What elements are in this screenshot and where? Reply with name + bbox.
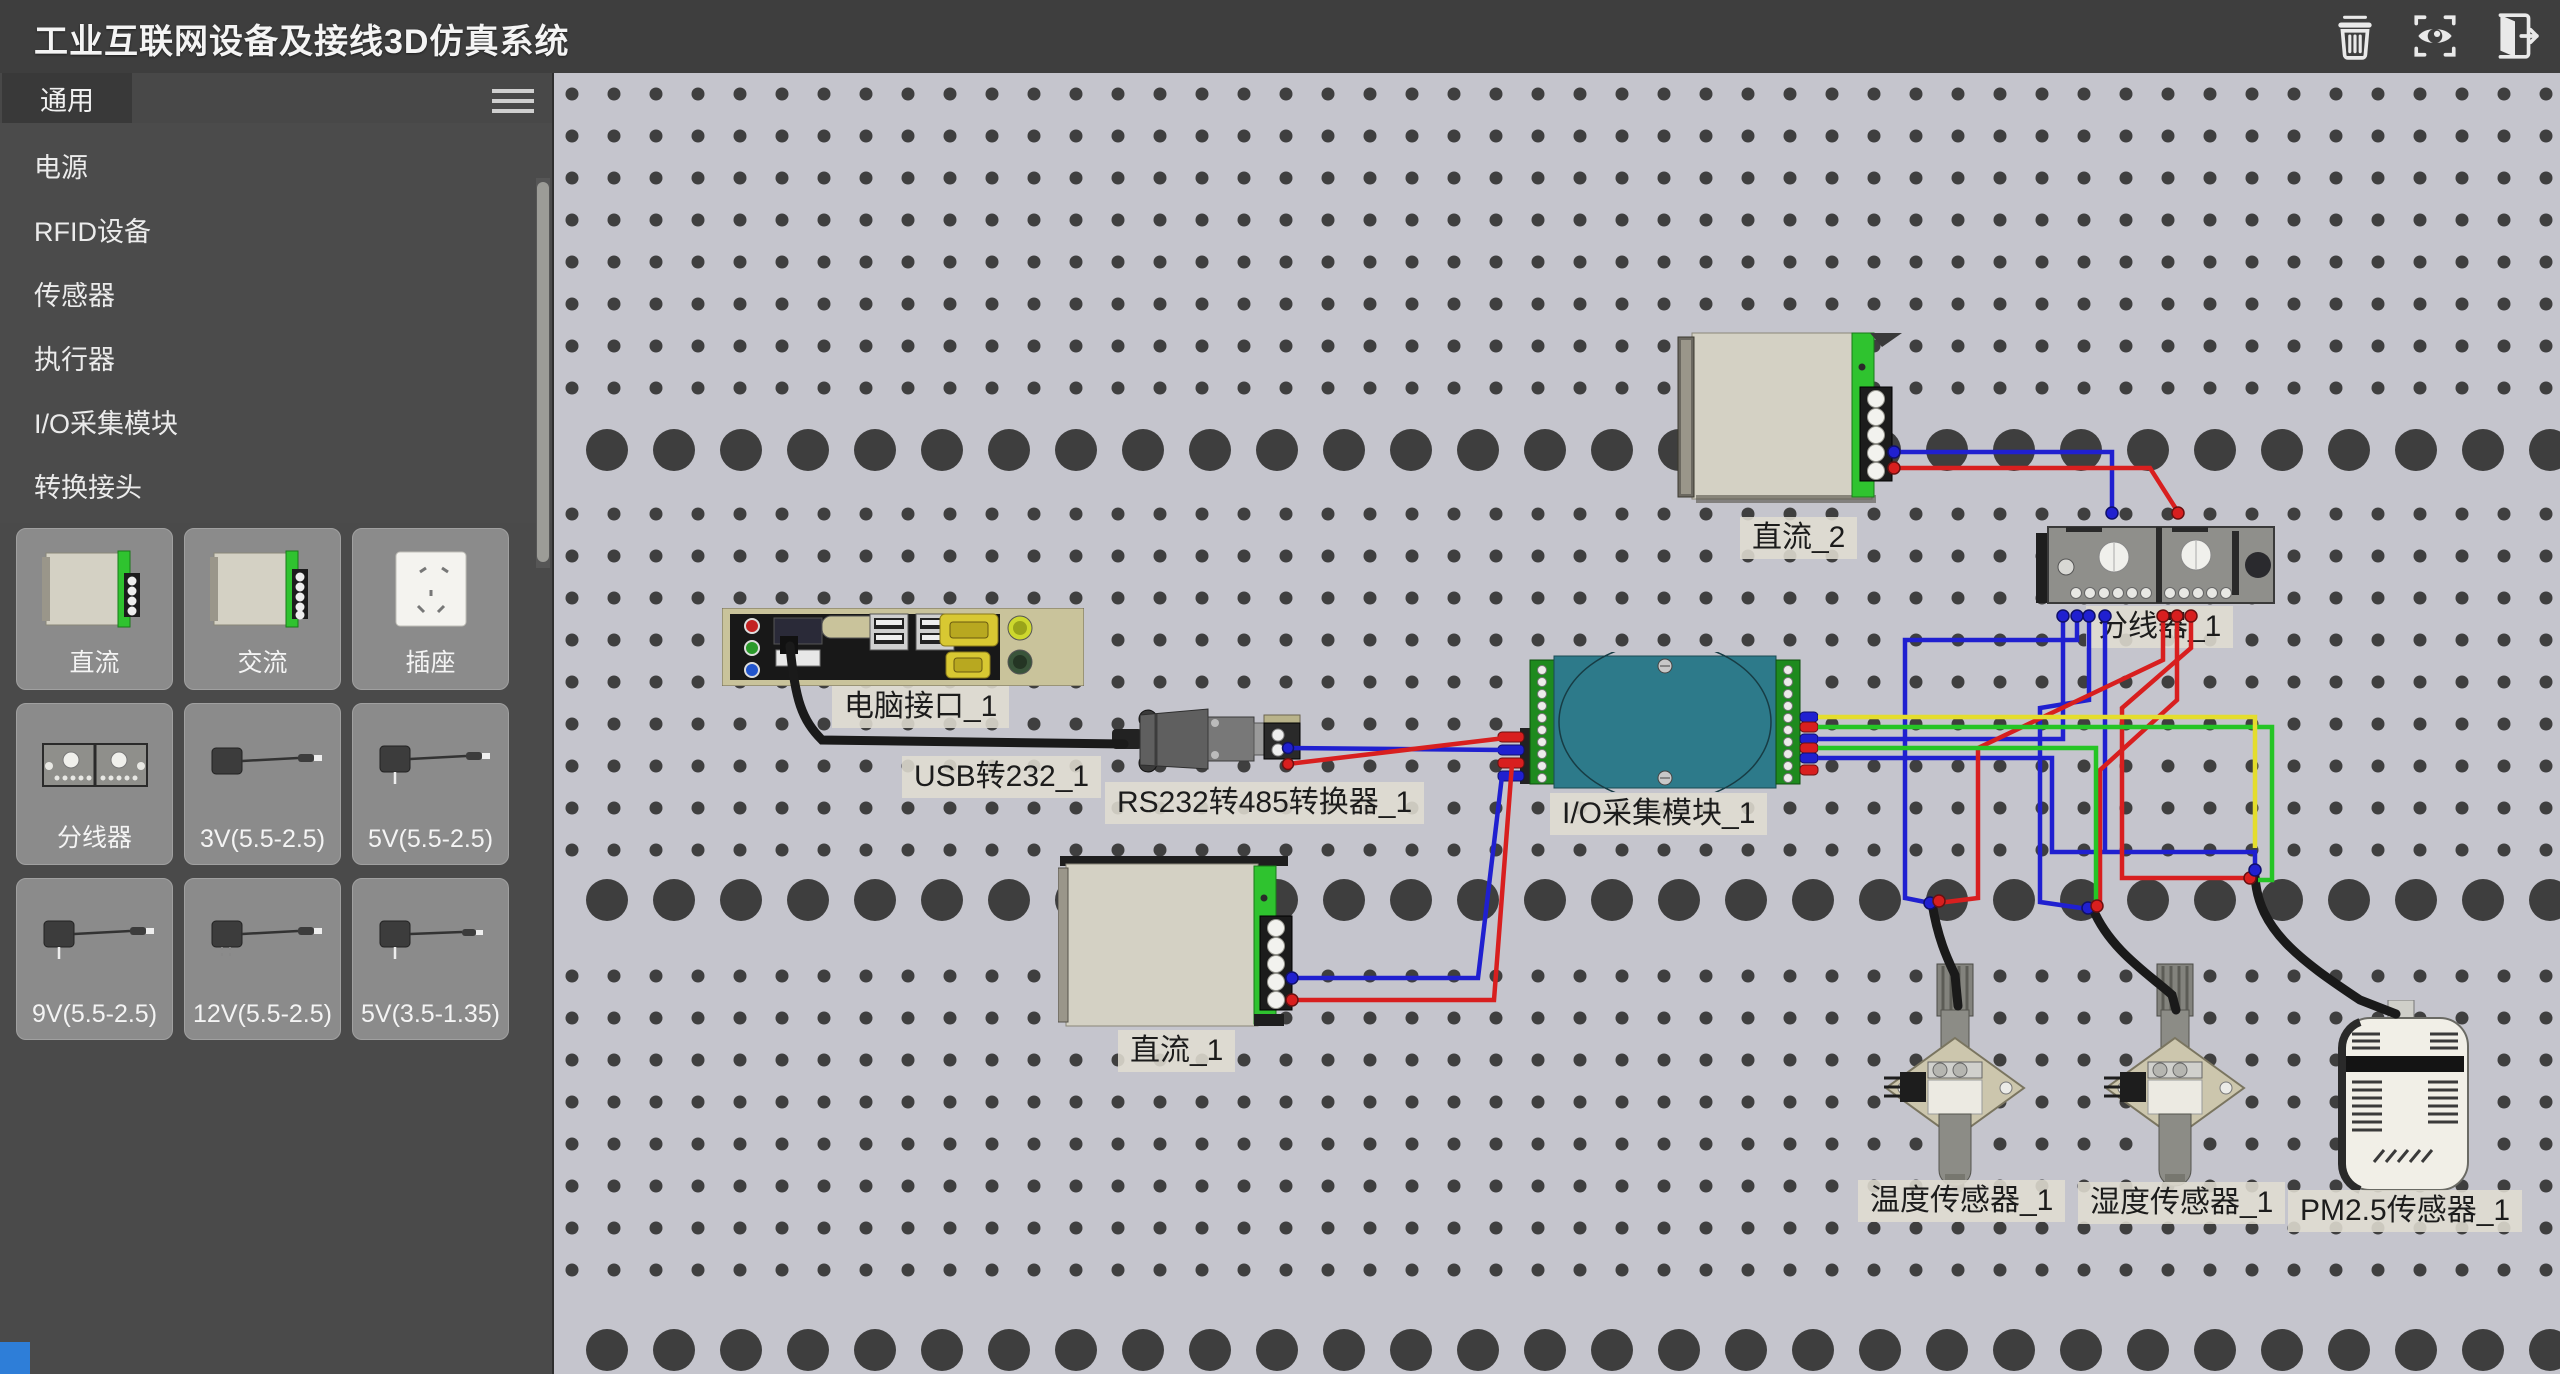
io-module-visual	[1490, 652, 1820, 792]
dc-power-visual	[1058, 850, 1298, 1036]
device-pm25-sensor[interactable]	[2330, 1000, 2480, 1205]
card-adapter-5v-small[interactable]: 5V(3.5-1.35)	[352, 878, 509, 1040]
card-label: 9V(5.5-2.5)	[17, 1000, 172, 1029]
logout-door-icon	[2490, 11, 2540, 61]
power-adapter-thumb-icon	[185, 889, 340, 989]
probe-sensor-visual	[1872, 950, 2042, 1190]
dc-power-thumb-icon	[17, 539, 172, 639]
probe-sensor-visual	[2092, 950, 2262, 1190]
card-adapter-9v[interactable]: 9V(5.5-2.5)	[16, 878, 173, 1040]
device-splitter[interactable]	[2036, 515, 2286, 620]
converter-visual	[1112, 705, 1312, 777]
card-label: 5V(3.5-1.35)	[353, 1000, 508, 1029]
menu-item-io-module[interactable]: I/O采集模块	[0, 393, 530, 449]
label-io: I/O采集模块_1	[1550, 793, 1767, 835]
tab-general[interactable]: 通用	[2, 73, 132, 123]
corner-badge[interactable]	[0, 1342, 30, 1374]
card-adapter-12v[interactable]: 12V(5.5-2.5)	[184, 878, 341, 1040]
card-adapter-3v[interactable]: 3V(5.5-2.5)	[184, 703, 341, 865]
socket-thumb-icon	[353, 539, 508, 639]
card-label: 直流	[17, 643, 172, 679]
power-adapter-thumb-icon	[353, 714, 508, 814]
power-adapter-thumb-icon	[17, 889, 172, 989]
card-label: 5V(5.5-2.5)	[353, 825, 508, 854]
title-bar: 工业互联网设备及接线3D仿真系统	[0, 0, 2560, 73]
delete-button[interactable]	[2328, 8, 2382, 64]
card-dc-power[interactable]: 直流	[16, 528, 173, 690]
card-label: 插座	[353, 643, 508, 679]
trash-icon	[2330, 11, 2380, 61]
menu-item-rfid[interactable]: RFID设备	[0, 201, 530, 257]
device-humidity-sensor[interactable]	[2092, 950, 2262, 1195]
splitter-visual	[2036, 515, 2286, 615]
view-reset-button[interactable]	[2408, 8, 2462, 64]
device-dc-power-1[interactable]	[1058, 850, 1298, 1041]
label-pm25: PM2.5传感器_1	[2288, 1190, 2522, 1232]
menu-hamburger-icon[interactable]	[492, 83, 534, 113]
menu-item-adapter[interactable]: 转换接头	[0, 457, 530, 513]
card-label: 12V(5.5-2.5)	[185, 1000, 340, 1029]
power-adapter-thumb-icon	[185, 714, 340, 814]
dc-power-visual	[1672, 325, 1904, 511]
menu-scrollbar[interactable]	[536, 178, 550, 568]
label-rs485: RS232转485转换器_1	[1105, 782, 1424, 824]
device-pc-interface[interactable]	[722, 608, 1084, 691]
device-temperature-sensor[interactable]	[1872, 950, 2042, 1195]
sidebar-tabstrip: 通用	[0, 73, 552, 123]
label-usb232: USB转232_1	[902, 756, 1101, 798]
card-adapter-5v[interactable]: 5V(5.5-2.5)	[352, 703, 509, 865]
category-menu: 电源 RFID设备 传感器 执行器 I/O采集模块 转换接头	[0, 123, 552, 523]
exit-button[interactable]	[2488, 8, 2542, 64]
device-dc-power-2[interactable]	[1672, 325, 1904, 516]
label-dc2: 直流_2	[1740, 517, 1857, 559]
card-label: 3V(5.5-2.5)	[185, 825, 340, 854]
menu-item-sensor[interactable]: 传感器	[0, 265, 530, 321]
label-temp: 温度传感器_1	[1858, 1180, 2065, 1222]
label-pc: 电脑接口_1	[832, 686, 1009, 728]
card-splitter[interactable]: 分线器	[16, 703, 173, 865]
label-dc1: 直流_1	[1118, 1030, 1235, 1072]
menu-item-power[interactable]: 电源	[0, 137, 530, 193]
splitter-thumb-icon	[17, 714, 172, 814]
pc-interface-visual	[722, 608, 1084, 686]
pm25-visual	[2330, 1000, 2480, 1200]
eye-icon	[2410, 11, 2460, 61]
card-label: 分线器	[17, 818, 172, 854]
ac-power-thumb-icon	[185, 539, 340, 639]
device-rs232-485-converter[interactable]	[1112, 705, 1312, 782]
power-adapter-thumb-icon	[353, 889, 508, 989]
app-title: 工业互联网设备及接线3D仿真系统	[34, 14, 569, 63]
card-socket[interactable]: 插座	[352, 528, 509, 690]
card-label: 交流	[185, 643, 340, 679]
menu-item-actuator[interactable]: 执行器	[0, 329, 530, 385]
component-sidebar: 通用 电源 RFID设备 传感器 执行器 I/O采集模块 转换接头 直流 交流	[0, 73, 554, 1374]
label-humid: 湿度传感器_1	[2078, 1182, 2285, 1224]
card-ac-power[interactable]: 交流	[184, 528, 341, 690]
device-io-module[interactable]	[1490, 652, 1820, 797]
app-window: 直流_2 直流_1	[0, 0, 2560, 1374]
